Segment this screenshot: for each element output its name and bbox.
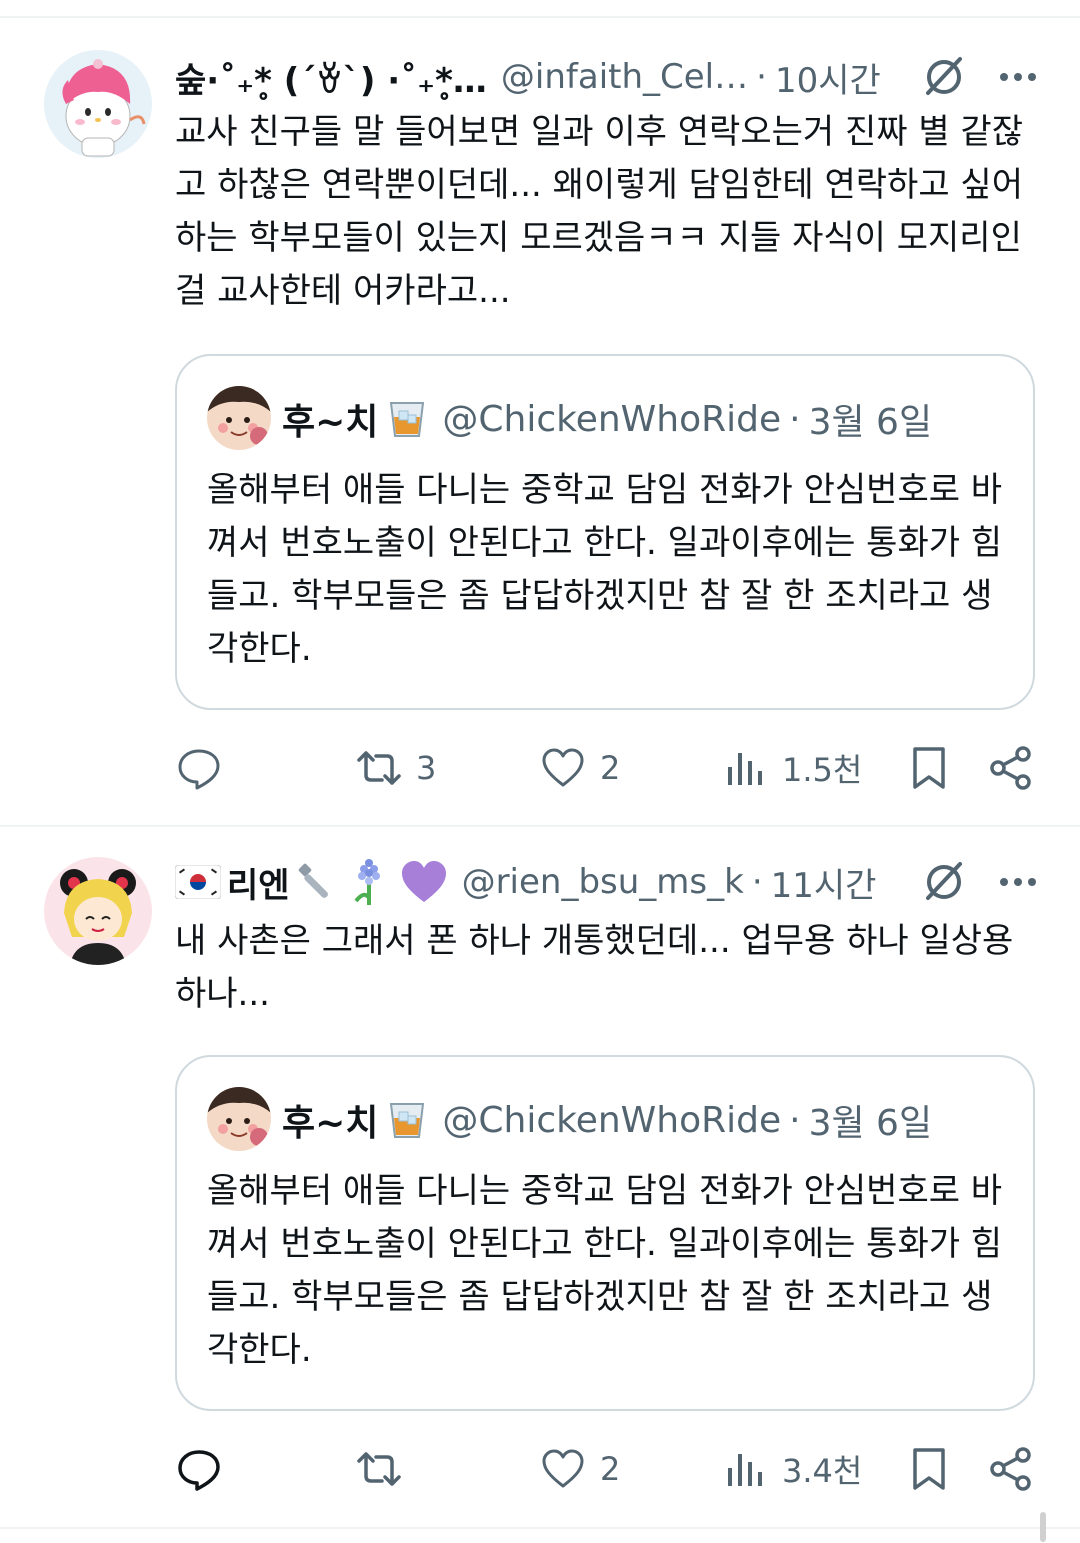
quoted-text: 올해부터 애들 다니는 중학교 담임 전화가 안심번호로 바껴서 번호노출이 안… (207, 470, 1003, 669)
quoted-avatar (207, 386, 271, 450)
bookmark-button[interactable] (906, 738, 952, 798)
like-button[interactable]: 2 (540, 738, 620, 798)
view-count: 3.4천 (782, 1452, 863, 1490)
bookmark-icon (913, 747, 945, 789)
share-button[interactable] (988, 1439, 1034, 1499)
divider (0, 1527, 1080, 1529)
share-button[interactable] (988, 738, 1034, 798)
retweet-icon (357, 751, 401, 785)
tweet-text: 교사 친구들 말 들어보면 일과 이후 연락오는거 진짜 별 같잖고 하찮은 연… (175, 112, 1023, 311)
quoted-display-name: 후~치 (282, 1103, 379, 1144)
heart-icon (542, 748, 584, 787)
my-melody-avatar-icon (44, 50, 152, 158)
scrollbar[interactable] (1040, 1512, 1046, 1542)
quoted-date: 3월 6일 (808, 1103, 933, 1144)
timestamp[interactable]: 10시간 (775, 53, 881, 102)
cartoon-face-avatar-icon (207, 386, 271, 450)
bookmark-button[interactable] (906, 1439, 952, 1499)
timeline-feed: 숲·˚₊*̥ (´ꈊ`) ·˚₊*̥… @infaith_Cel… · 10시간… (0, 0, 1080, 1543)
action-bar: 2 3.4천 (0, 1439, 1080, 1499)
separator-dot: · (751, 862, 763, 902)
more-options-icon[interactable] (996, 860, 1040, 904)
quoted-header: 후~치 @ChickenWhoRide · 3월 6일 (282, 392, 932, 446)
views-button[interactable]: 3.4천 (722, 1439, 862, 1499)
reply-icon (178, 1450, 220, 1491)
retweet-button[interactable] (356, 1439, 416, 1499)
share-icon (990, 1447, 1031, 1491)
tweet-header: 리엔 @rien_bsu_ms_k · 11시간 (175, 857, 1040, 907)
quoted-text: 올해부터 애들 다니는 중학교 담임 전화가 안심번호로 바껴서 번호노출이 안… (207, 1171, 1003, 1370)
user-handle[interactable]: @infaith_Cel… (501, 57, 748, 97)
retweet-count: 3 (416, 749, 437, 787)
anime-girl-avatar-icon (44, 857, 152, 965)
reply-icon (178, 749, 220, 790)
cartoon-face-avatar-icon (207, 1087, 271, 1151)
analytics-icon (728, 753, 762, 785)
bookmark-icon (913, 1448, 945, 1490)
tweet[interactable]: 리엔 @rien_bsu_ms_k · 11시간 내 사촌은 그래서 폰 하나 … (0, 827, 1080, 1527)
display-name[interactable]: 숲·˚₊*̥ (´ꈊ`) ·˚₊*̥… (175, 53, 487, 102)
view-count: 1.5천 (782, 751, 863, 789)
quoted-header: 후~치 @ChickenWhoRide · 3월 6일 (282, 1093, 932, 1147)
quoted-handle: @ChickenWhoRide (442, 1099, 782, 1141)
tweet-text: 내 사촌은 그래서 폰 하나 개통했던데... 업무용 하나 일상용 하나... (175, 921, 1014, 1014)
reply-button[interactable] (176, 1439, 236, 1499)
purple-heart-icon (401, 861, 446, 902)
more-options-icon[interactable] (996, 55, 1040, 99)
grok-icon[interactable] (920, 858, 968, 906)
whiskey-glass-icon (390, 402, 425, 437)
separator-dot: · (756, 57, 767, 97)
views-button[interactable]: 1.5천 (722, 738, 862, 798)
action-bar: 3 2 1.5천 (0, 738, 1080, 798)
display-name[interactable]: 리엔 (227, 858, 290, 907)
hyacinth-flower-icon (354, 859, 380, 905)
reply-button[interactable] (176, 738, 236, 798)
separator-dot: · (789, 398, 801, 440)
heart-icon (542, 1449, 584, 1488)
timestamp[interactable]: 11시간 (771, 858, 877, 907)
user-handle[interactable]: @rien_bsu_ms_k (462, 862, 744, 902)
quoted-tweet[interactable]: 후~치 @ChickenWhoRide · 3월 6일 올해부터 애들 다니는 … (175, 1055, 1035, 1411)
grok-icon[interactable] (920, 53, 968, 101)
like-count: 2 (600, 1450, 621, 1488)
analytics-icon (728, 1454, 762, 1486)
quoted-tweet[interactable]: 후~치 @ChickenWhoRide · 3월 6일 올해부터 애들 다니는 … (175, 354, 1035, 710)
tweet[interactable]: 숲·˚₊*̥ (´ꈊ`) ·˚₊*̥… @infaith_Cel… · 10시간… (0, 0, 1080, 826)
separator-dot: · (789, 1099, 801, 1141)
avatar[interactable] (44, 50, 152, 158)
share-icon (990, 746, 1031, 790)
wrench-bolt-icon (298, 863, 328, 898)
quoted-handle: @ChickenWhoRide (442, 398, 782, 440)
quoted-avatar (207, 1087, 271, 1151)
avatar[interactable] (44, 857, 152, 965)
quoted-display-name: 후~치 (282, 402, 379, 443)
retweet-icon (357, 1452, 401, 1486)
quoted-date: 3월 6일 (808, 402, 933, 443)
whiskey-glass-icon (390, 1103, 425, 1138)
like-count: 2 (600, 749, 621, 787)
like-button[interactable]: 2 (540, 1439, 620, 1499)
korea-flag-icon (175, 865, 221, 899)
retweet-button[interactable]: 3 (356, 738, 436, 798)
tweet-header: 숲·˚₊*̥ (´ꈊ`) ·˚₊*̥… @infaith_Cel… · 10시간 (175, 52, 1040, 102)
